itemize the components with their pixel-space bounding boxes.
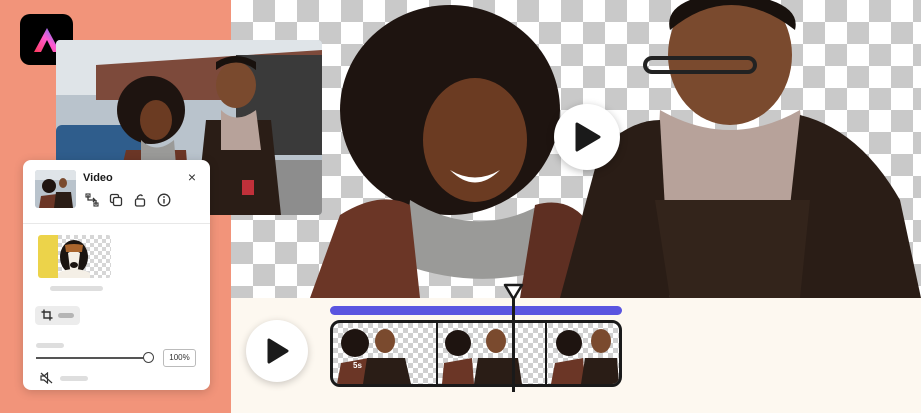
volume-value-field[interactable]: 100% [163, 349, 196, 367]
playhead-line[interactable] [512, 296, 515, 392]
duplicate-icon[interactable] [109, 193, 123, 207]
panel-video-thumbnail [35, 170, 76, 208]
panel-title: Video [83, 172, 113, 184]
panel-divider [23, 223, 210, 224]
play-icon [267, 338, 289, 364]
timeline-progress-bar[interactable] [330, 306, 622, 315]
placeholder-text [50, 286, 103, 291]
play-icon [575, 122, 601, 152]
playhead-handle[interactable] [503, 283, 524, 301]
crop-button[interactable] [35, 306, 80, 325]
background-removed-thumbnail[interactable] [38, 235, 111, 278]
mute-icon[interactable] [40, 372, 53, 384]
mute-label-placeholder [60, 376, 88, 381]
film-frame [551, 329, 619, 384]
crop-label-placeholder [58, 313, 74, 318]
film-frame [442, 329, 522, 384]
crop-icon [41, 309, 53, 321]
volume-slider-track[interactable] [36, 357, 149, 359]
video-filmstrip[interactable]: 5s [330, 320, 622, 387]
video-properties-panel: Video × 100% [23, 160, 210, 390]
close-icon[interactable]: × [185, 170, 199, 184]
lock-icon[interactable] [133, 193, 147, 207]
clip-duration: 5s [353, 361, 362, 370]
film-frame [337, 329, 411, 384]
play-button[interactable] [554, 104, 620, 170]
volume-label-placeholder [36, 343, 64, 348]
timeline-play-button[interactable] [246, 320, 308, 382]
volume-slider-handle[interactable] [143, 352, 154, 363]
replace-icon[interactable] [85, 193, 99, 207]
info-icon[interactable] [157, 193, 171, 207]
